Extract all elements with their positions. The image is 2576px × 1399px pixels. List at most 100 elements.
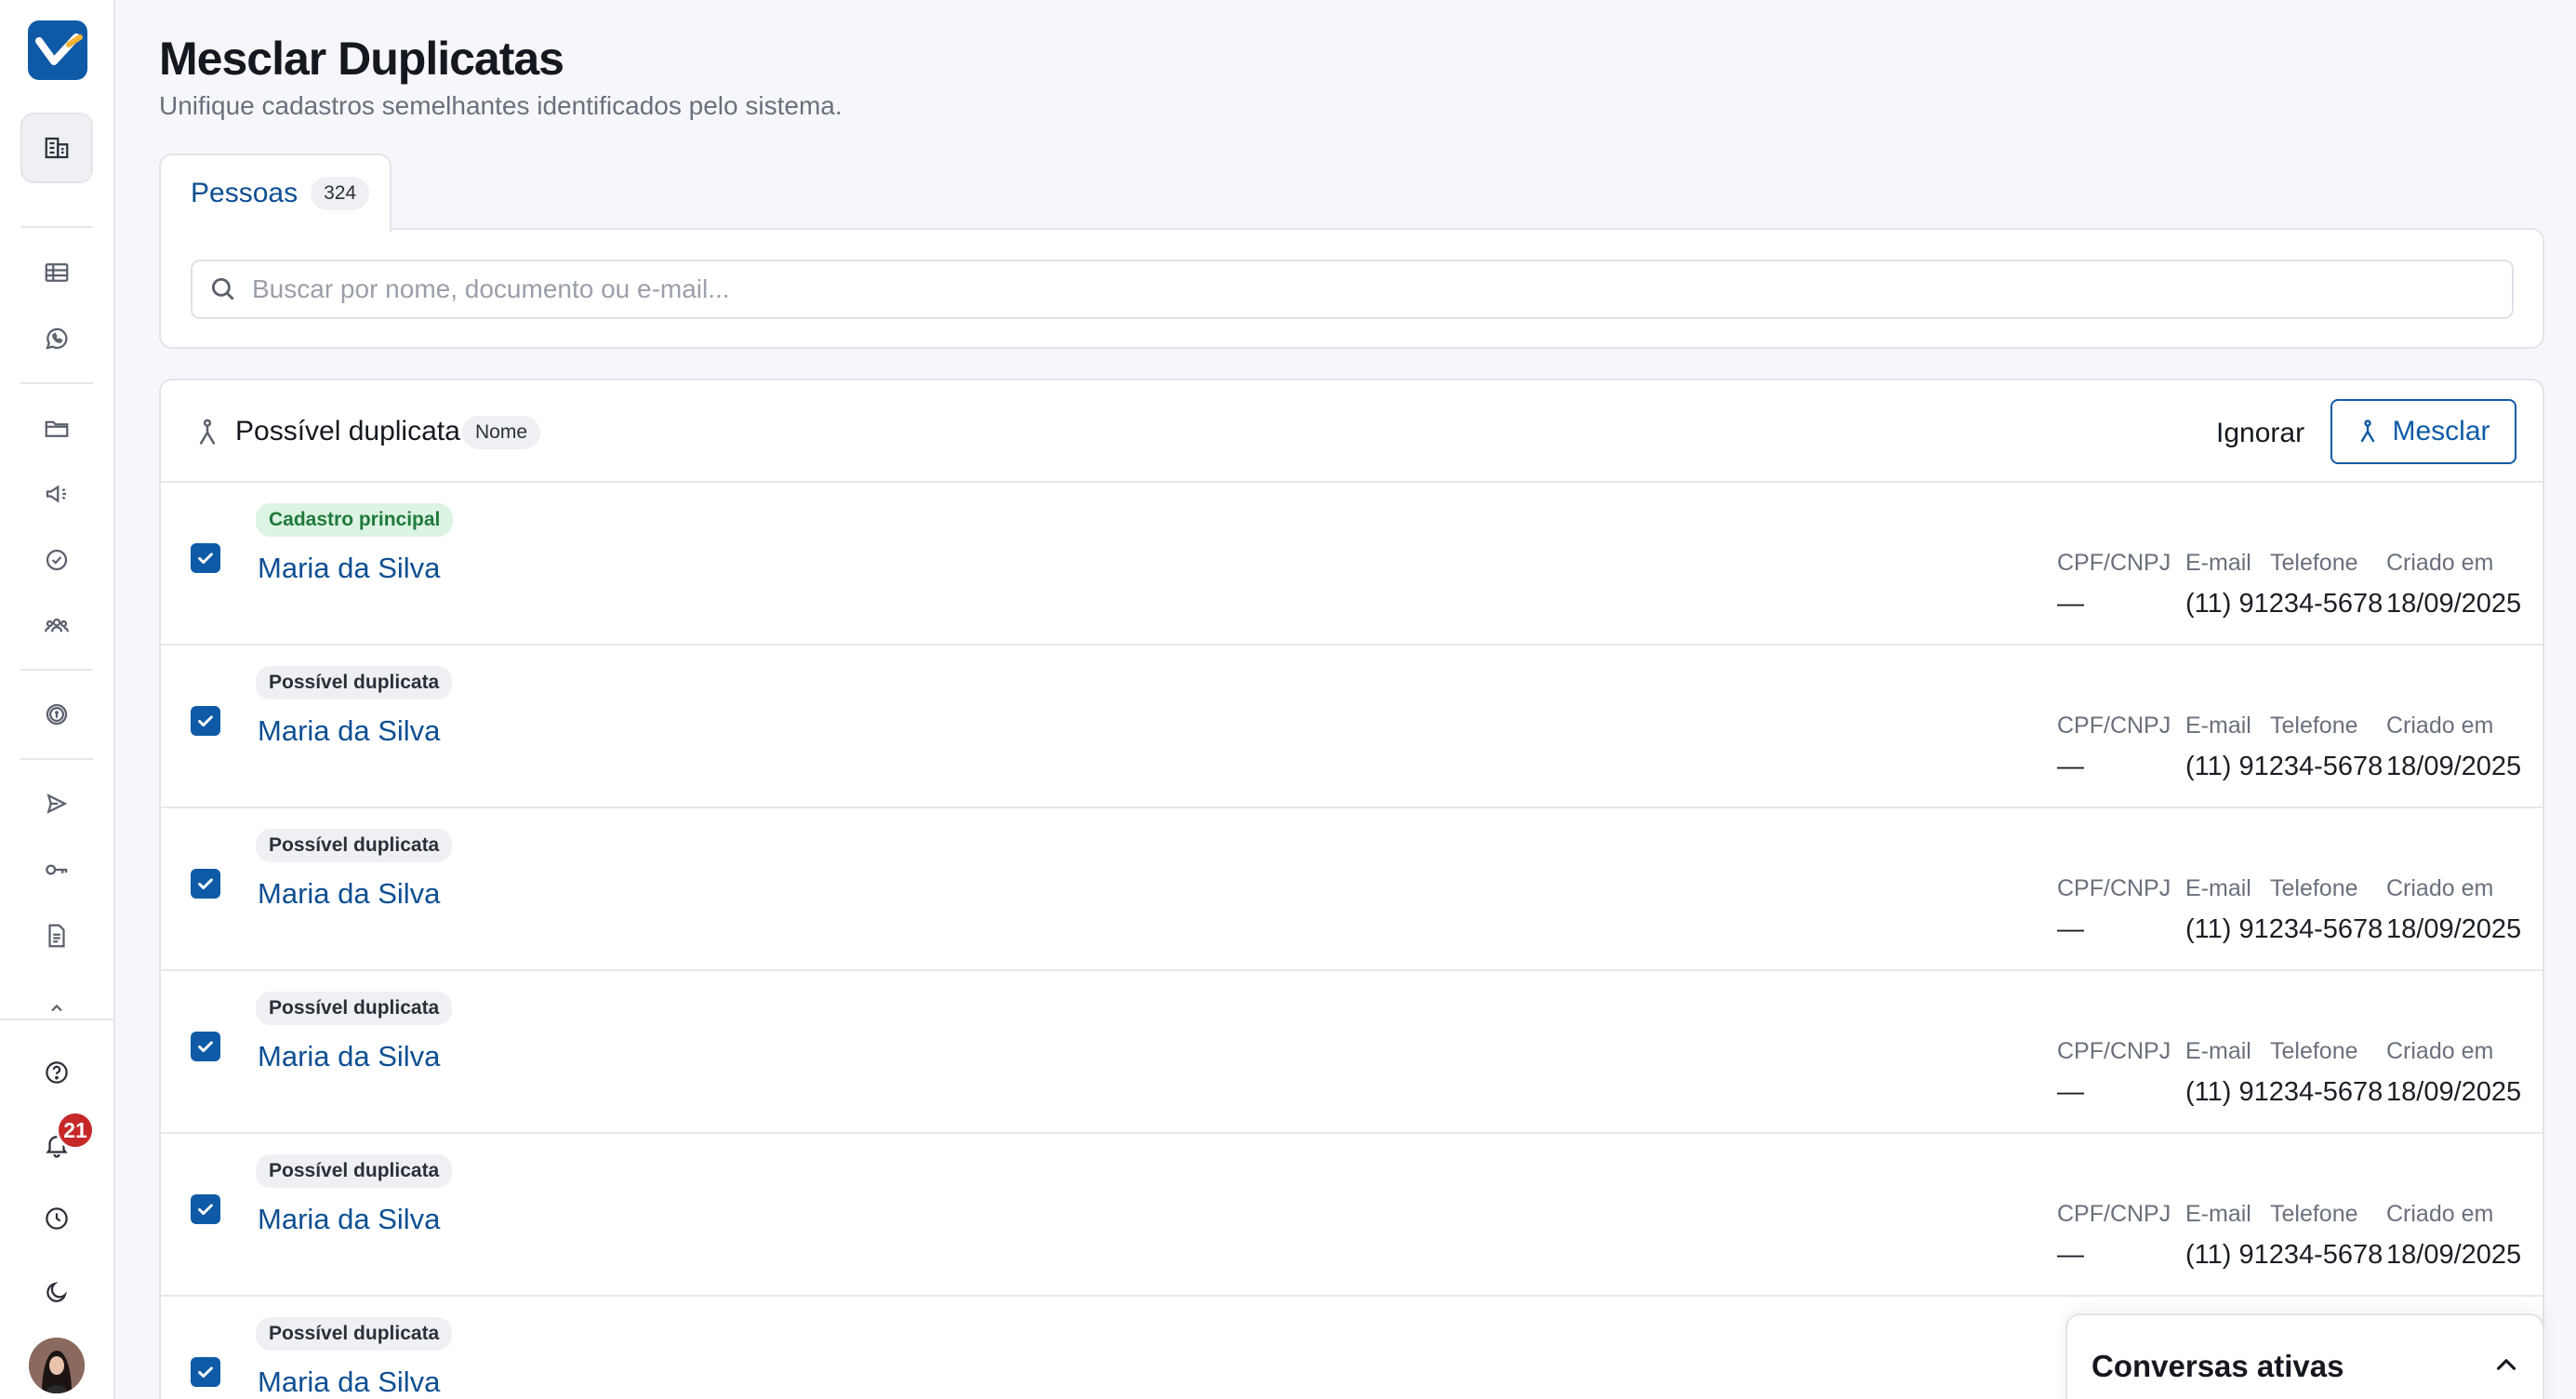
tab-count-badge: 324 xyxy=(311,177,370,210)
document-value: — xyxy=(2057,1077,2084,1107)
phone-label: Telefone xyxy=(2270,1038,2358,1064)
document-value: — xyxy=(2057,1240,2084,1270)
whatsapp-icon xyxy=(46,327,68,350)
document-value: — xyxy=(2057,589,2084,619)
sidebar-item-campaigns[interactable] xyxy=(20,459,93,529)
duplicate-group-card: Possível duplicata Nome Ignorar Mesclar … xyxy=(159,379,2544,1399)
sidebar-item-send[interactable] xyxy=(20,768,93,839)
document-label: CPF/CNPJ xyxy=(2057,1038,2171,1064)
search-box[interactable] xyxy=(191,260,2514,319)
table-row: Possível duplicata Maria da Silva CPF/CN… xyxy=(161,808,2543,971)
record-name-link[interactable]: Maria da Silva xyxy=(258,552,440,585)
record-checkbox[interactable] xyxy=(191,1032,220,1061)
document-label: CPF/CNPJ xyxy=(2057,1201,2171,1227)
record-checkbox[interactable] xyxy=(191,869,220,899)
phone-label: Telefone xyxy=(2270,713,2358,739)
sidebar-item-folders[interactable] xyxy=(20,393,93,463)
page-subtitle: Unifique cadastros semelhantes identific… xyxy=(159,91,843,120)
created-value: 18/09/2025 xyxy=(2386,589,2522,619)
sidebar-item-whatsapp[interactable] xyxy=(20,303,93,374)
ignore-button[interactable]: Ignorar xyxy=(2205,410,2316,457)
email-label: E-mail xyxy=(2185,1038,2251,1064)
chevron-up-icon xyxy=(51,1004,62,1012)
phone-value: (11) 91234-5678 xyxy=(2185,914,2383,944)
table-row: Possível duplicata Maria da Silva CPF/CN… xyxy=(161,646,2543,808)
email-label: E-mail xyxy=(2185,875,2251,901)
table-row: Possível duplicata Maria da Silva CPF/CN… xyxy=(161,1134,2543,1297)
duplicate-record-badge: Possível duplicata xyxy=(256,992,453,1025)
duplicate-record-badge: Possível duplicata xyxy=(256,666,453,700)
record-checkbox[interactable] xyxy=(191,706,220,736)
record-name-link[interactable]: Maria da Silva xyxy=(258,877,440,911)
check-icon xyxy=(198,1041,213,1053)
check-icon xyxy=(198,715,213,727)
sidebar-item-table[interactable] xyxy=(20,237,93,308)
building-icon xyxy=(45,137,69,159)
sidebar-item-help[interactable] xyxy=(20,1037,93,1108)
sidebar-item-companies[interactable] xyxy=(20,113,93,183)
merge-button[interactable]: Mesclar xyxy=(2330,399,2516,464)
send-icon xyxy=(46,793,68,814)
record-name-link[interactable]: Maria da Silva xyxy=(258,1366,440,1399)
notifications-count-badge: 21 xyxy=(56,1111,95,1150)
check-icon xyxy=(198,878,213,890)
sidebar-divider xyxy=(20,382,93,384)
duplicate-record-badge: Possível duplicata xyxy=(256,1154,453,1188)
record-checkbox[interactable] xyxy=(191,1357,220,1387)
app-logo[interactable] xyxy=(28,20,87,80)
moon-icon xyxy=(46,1282,68,1302)
phone-label: Telefone xyxy=(2270,1201,2358,1227)
record-name-link[interactable]: Maria da Silva xyxy=(258,1203,440,1236)
folder-icon xyxy=(45,420,69,437)
sidebar-item-history[interactable] xyxy=(20,1183,93,1254)
sidebar-scroll-up[interactable] xyxy=(20,977,93,1014)
sidebar-item-tasks[interactable] xyxy=(20,525,93,595)
created-label: Criado em xyxy=(2386,550,2494,576)
active-chats-panel[interactable]: Conversas ativas xyxy=(2065,1313,2544,1399)
phone-value: (11) 91234-5678 xyxy=(2185,1240,2383,1270)
record-name-link[interactable]: Maria da Silva xyxy=(258,1040,440,1073)
match-field-chip: Nome xyxy=(462,416,541,449)
merge-icon xyxy=(199,419,216,445)
sidebar-item-finance[interactable] xyxy=(20,679,93,750)
document-value: — xyxy=(2057,914,2084,944)
duplicate-group-header: Possível duplicata Nome Ignorar Mesclar xyxy=(161,380,2543,483)
sidebar-item-dark-mode[interactable] xyxy=(20,1257,93,1327)
search-input[interactable] xyxy=(252,274,2512,304)
tab-pessoas[interactable]: Pessoas 324 xyxy=(159,153,392,232)
group-title: Possível duplicata xyxy=(235,416,460,446)
document-icon xyxy=(48,924,65,948)
chevron-up-icon[interactable] xyxy=(2490,1349,2522,1380)
sidebar-item-teams[interactable] xyxy=(20,591,93,661)
created-value: 18/09/2025 xyxy=(2386,1077,2522,1107)
created-label: Criado em xyxy=(2386,713,2494,739)
created-value: 18/09/2025 xyxy=(2386,914,2522,944)
record-checkbox[interactable] xyxy=(191,1194,220,1224)
sidebar: 21 xyxy=(0,0,115,1399)
phone-value: (11) 91234-5678 xyxy=(2185,752,2383,781)
logo-check-icon xyxy=(35,33,83,65)
document-label: CPF/CNPJ xyxy=(2057,875,2171,901)
record-checkbox[interactable] xyxy=(191,543,220,573)
sidebar-divider xyxy=(20,758,93,760)
merge-button-label: Mesclar xyxy=(2392,416,2490,446)
phone-value: (11) 91234-5678 xyxy=(2185,589,2383,619)
duplicate-record-badge: Possível duplicata xyxy=(256,829,453,862)
search-panel xyxy=(159,228,2544,349)
user-avatar[interactable] xyxy=(29,1338,85,1393)
record-name-link[interactable]: Maria da Silva xyxy=(258,714,440,748)
email-label: E-mail xyxy=(2185,713,2251,739)
sidebar-item-documents[interactable] xyxy=(20,900,93,971)
check-icon xyxy=(198,553,213,565)
check-icon xyxy=(198,1204,213,1216)
email-label: E-mail xyxy=(2185,550,2251,576)
created-value: 18/09/2025 xyxy=(2386,752,2522,781)
avatar-image xyxy=(29,1338,85,1393)
created-label: Criado em xyxy=(2386,1201,2494,1227)
app-root: 21 Mesclar Duplicatas Unifique cadastros… xyxy=(0,0,2576,1399)
document-label: CPF/CNPJ xyxy=(2057,713,2171,739)
sidebar-item-keys[interactable] xyxy=(20,834,93,905)
table-icon xyxy=(45,263,69,282)
primary-record-badge: Cadastro principal xyxy=(256,503,454,537)
table-row: Possível duplicata Maria da Silva CPF/CN… xyxy=(161,971,2543,1134)
